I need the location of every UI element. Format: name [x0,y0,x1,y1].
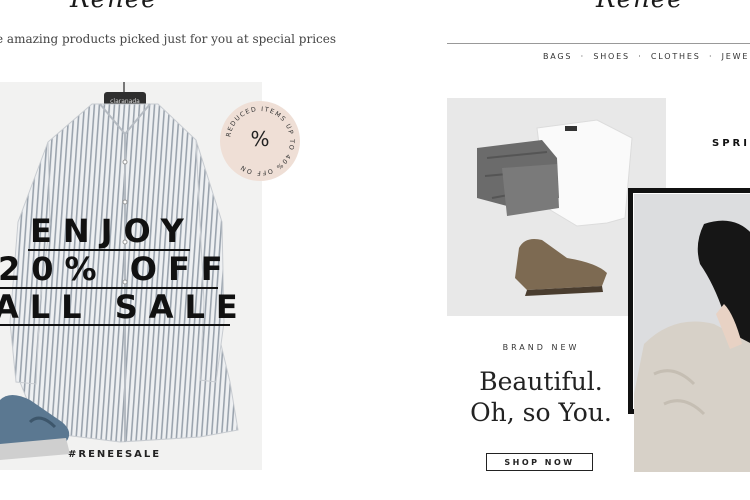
spring-label: SPRI [712,138,750,149]
category-nav: BAGS · SHOES · CLOTHES · JEWELRY [543,52,750,61]
promo-line-2: 20% OFF [0,250,234,288]
headline-line-2: Oh, so You. [470,398,612,427]
model-photo [634,194,750,472]
nav-item-jewelry[interactable]: JEWELRY [722,52,750,61]
headline-line-1: Beautiful. [479,367,603,396]
percent-icon: % [250,127,270,151]
nav-item-shoes[interactable]: SHOES [593,52,630,61]
hashtag[interactable]: #RENEESALE [68,449,161,460]
promo-line-1: ENJOY [30,212,195,250]
nav-separator: · [638,52,643,61]
header-divider [447,43,750,44]
nav-item-bags[interactable]: BAGS [543,52,572,61]
tagline: e amazing products picked just for you a… [0,32,337,46]
brand-logo[interactable]: Renee [70,0,157,14]
shop-now-button[interactable]: SHOP NOW [486,453,593,471]
brand-new-label: BRAND NEW [502,343,580,352]
nav-item-clothes[interactable]: CLOTHES [651,52,701,61]
promo-line-3: ALL SALE [0,288,249,326]
nav-separator: · [580,52,585,61]
nav-separator: · [708,52,714,61]
brand-logo-right[interactable]: Renee [596,0,683,14]
discount-badge: REDUCED ITEMS UP TO 40% OFF ON % [220,101,300,181]
model-illustration [634,194,750,472]
divider [0,324,230,326]
